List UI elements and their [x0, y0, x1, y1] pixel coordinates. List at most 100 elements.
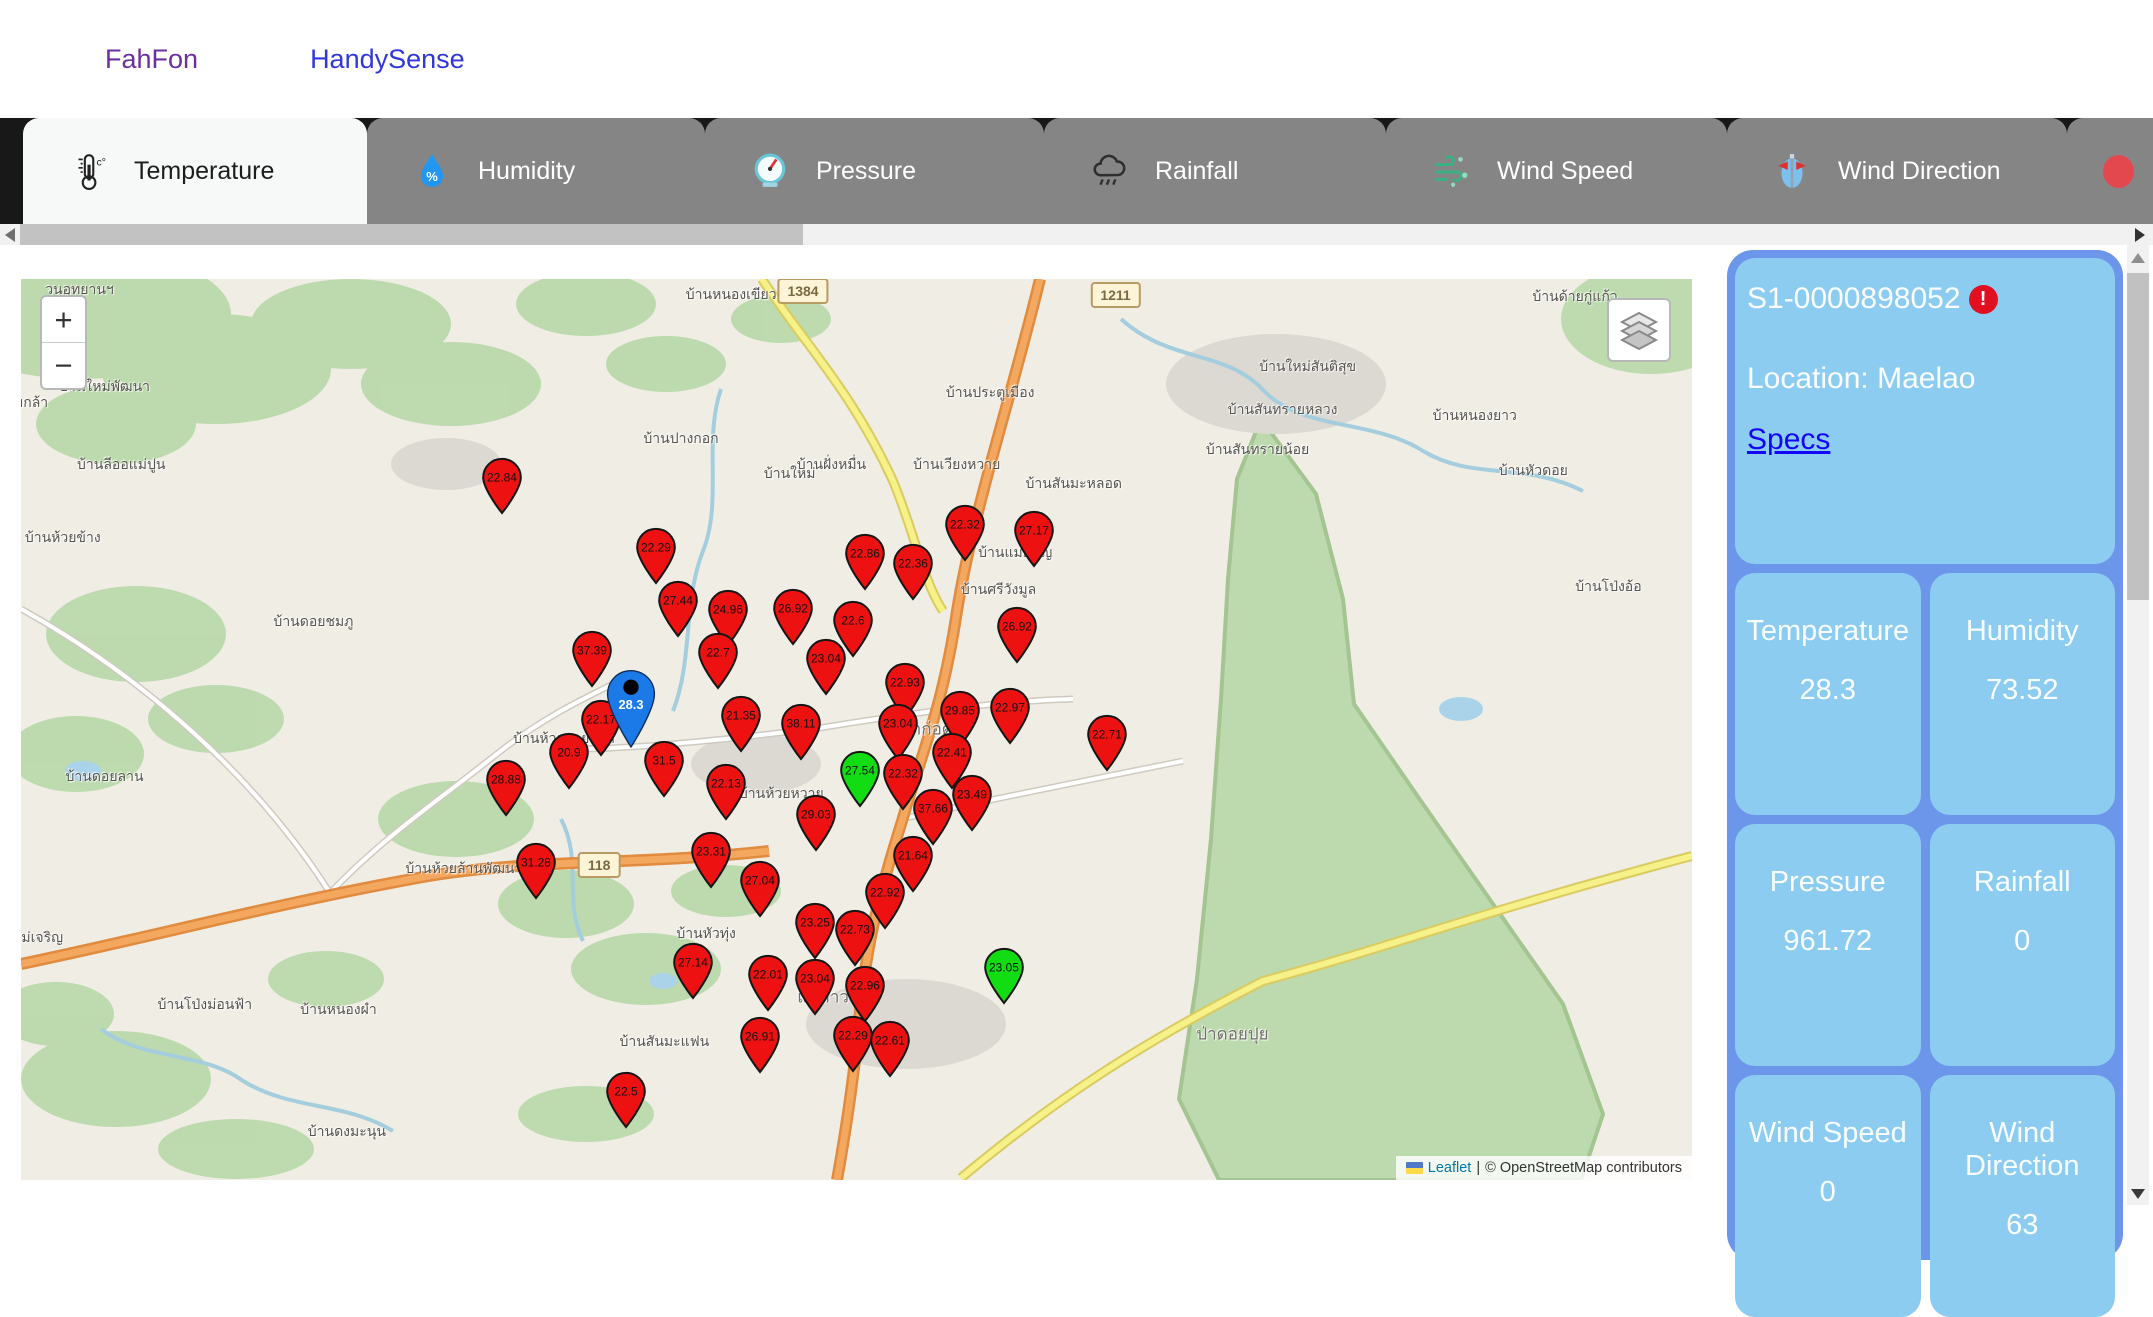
metric-card-rainfall[interactable]: Rainfall 0: [1930, 824, 2116, 1066]
tab-rainfall[interactable]: Rainfall: [1044, 118, 1386, 224]
tab-label: Wind Direction: [1838, 157, 2001, 186]
station-marker-alert[interactable]: 31.28: [514, 842, 558, 899]
attribution-separator: |: [1476, 1160, 1480, 1176]
tab-temperature[interactable]: c°Temperature: [23, 118, 367, 224]
svg-text:23.04: 23.04: [883, 717, 913, 731]
vertical-scrollbar[interactable]: [2127, 245, 2149, 1205]
svg-text:22.86: 22.86: [850, 546, 880, 560]
selected-station-marker[interactable]: 28.3: [605, 668, 657, 750]
station-marker-alert[interactable]: 20.9: [547, 732, 591, 789]
svg-text:27.04: 27.04: [745, 873, 775, 887]
metric-card-humidity[interactable]: Humidity 73.52: [1930, 573, 2116, 815]
road-number-badge: 1384: [777, 279, 828, 304]
station-marker-alert[interactable]: 38.11: [779, 704, 823, 761]
station-marker-alert[interactable]: 22.5: [604, 1071, 648, 1128]
svg-text:28.88: 28.88: [491, 772, 521, 786]
metric-card-wind-direction[interactable]: Wind Direction63: [1930, 1075, 2116, 1317]
tab-bar-filler: [2067, 118, 2153, 224]
svg-text:22.32: 22.32: [950, 517, 980, 531]
station-marker-alert[interactable]: 28.88: [484, 759, 528, 816]
station-marker-alert[interactable]: 22.96: [843, 966, 887, 1023]
station-marker-alert[interactable]: 22.73: [833, 910, 877, 967]
svg-text:23.04: 23.04: [811, 652, 841, 666]
zoom-out-button[interactable]: −: [42, 342, 85, 388]
svg-text:26.92: 26.92: [778, 601, 808, 615]
scroll-right-arrow-icon[interactable]: [2135, 228, 2145, 242]
station-marker-alert[interactable]: 22.01: [746, 955, 790, 1012]
status-indicator-dot[interactable]: [2103, 155, 2134, 188]
brand-fahfon-link[interactable]: FahFon: [105, 44, 198, 75]
station-marker-alert[interactable]: 21.35: [719, 695, 763, 752]
station-marker-alert[interactable]: 23.25: [793, 903, 837, 960]
svg-text:26.92: 26.92: [1002, 619, 1032, 633]
metric-label: Humidity: [1930, 615, 2116, 648]
layers-icon: [1618, 309, 1660, 351]
specs-link[interactable]: Specs: [1747, 423, 1830, 457]
station-marker-alert[interactable]: 23.04: [804, 639, 848, 696]
metric-card-temperature[interactable]: Temperature28.3: [1735, 573, 1921, 815]
station-marker-alert[interactable]: 26.92: [771, 588, 815, 645]
station-marker-alert[interactable]: 27.04: [738, 860, 782, 917]
station-marker-alert[interactable]: 22.29: [634, 528, 678, 585]
leaflet-map[interactable]: วนอุทยานฯบ้านหนองเขียวบ้านด้ายกู่แก้วบ้า…: [21, 279, 1692, 1180]
tab-pressure[interactable]: Pressure: [705, 118, 1044, 224]
station-marker-alert[interactable]: 22.86: [843, 533, 887, 590]
metric-value: 73.52: [1930, 674, 2116, 707]
svg-text:22.32: 22.32: [888, 766, 918, 780]
station-marker-alert[interactable]: 22.97: [988, 687, 1032, 744]
tab-wind-speed[interactable]: Wind Speed: [1386, 118, 1727, 224]
station-marker-alert[interactable]: 23.49: [950, 775, 994, 832]
station-marker-normal[interactable]: 23.05: [982, 948, 1026, 1005]
svg-text:21.35: 21.35: [726, 708, 756, 722]
station-marker-alert[interactable]: 27.17: [1012, 511, 1056, 568]
station-marker-alert[interactable]: 22.36: [891, 543, 935, 600]
svg-text:37.66: 37.66: [918, 801, 948, 815]
vertical-scrollbar-thumb[interactable]: [2127, 273, 2149, 600]
station-marker-alert[interactable]: 22.71: [1085, 714, 1129, 771]
horizontal-scrollbar[interactable]: [0, 224, 2153, 245]
map-layers-button[interactable]: [1607, 298, 1671, 362]
leaflet-link[interactable]: Leaflet: [1428, 1160, 1472, 1176]
scroll-up-arrow-icon[interactable]: [2131, 253, 2145, 263]
horizontal-scrollbar-thumb[interactable]: [20, 224, 803, 245]
metric-card-pressure[interactable]: Pressure961.72: [1735, 824, 1921, 1066]
metric-value: 0: [1930, 925, 2116, 958]
nav-handysense-link[interactable]: HandySense: [310, 44, 465, 75]
wind-icon: [1432, 152, 1470, 190]
zoom-in-button[interactable]: +: [42, 297, 85, 342]
station-marker-alert[interactable]: 23.31: [689, 832, 733, 889]
station-marker-alert[interactable]: 22.32: [943, 504, 987, 561]
metric-label: Temperature: [1735, 615, 1921, 648]
station-marker-alert[interactable]: 29.03: [794, 795, 838, 852]
station-marker-alert[interactable]: 22.84: [480, 458, 524, 515]
scroll-down-arrow-icon[interactable]: [2131, 1189, 2145, 1199]
svg-text:22.6: 22.6: [842, 614, 866, 628]
metric-label: Wind Speed: [1735, 1117, 1921, 1150]
metric-label: Rainfall: [1930, 866, 2116, 899]
station-marker-alert[interactable]: 27.14: [671, 942, 715, 999]
station-marker-normal[interactable]: 27.54: [838, 750, 882, 807]
tab-label: Rainfall: [1155, 157, 1238, 186]
top-header: FahFon HandySense: [0, 0, 2153, 118]
scroll-left-arrow-icon[interactable]: [5, 228, 15, 242]
station-panel: S1-0000898052 ! Location: Maelao Specs T…: [1727, 250, 2123, 1260]
map-attribution: Leaflet | © OpenStreetMap contributors: [1396, 1156, 1692, 1180]
station-marker-alert[interactable]: 27.44: [656, 580, 700, 637]
station-marker-alert[interactable]: 23.04: [876, 704, 920, 761]
tab-wind-direction[interactable]: Wind Direction: [1727, 118, 2067, 224]
station-marker-alert[interactable]: 26.91: [738, 1016, 782, 1073]
metric-card-wind-speed[interactable]: Wind Speed0: [1735, 1075, 1921, 1317]
svg-text:22.01: 22.01: [753, 968, 783, 982]
thermometer-icon: c°: [69, 152, 107, 190]
station-marker-alert[interactable]: 26.92: [995, 606, 1039, 663]
svg-text:27.14: 27.14: [678, 955, 708, 969]
svg-text:22.84: 22.84: [487, 471, 517, 485]
station-location: Location: Maelao: [1747, 362, 2103, 396]
tab-humidity[interactable]: %Humidity: [367, 118, 705, 224]
station-marker-alert[interactable]: 22.7: [696, 632, 740, 689]
svg-text:29.85: 29.85: [945, 703, 975, 717]
station-marker-alert[interactable]: 23.04: [793, 959, 837, 1016]
station-marker-alert[interactable]: 22.61: [868, 1021, 912, 1078]
station-marker-alert[interactable]: 22.13: [704, 763, 748, 820]
osm-attribution-text: © OpenStreetMap contributors: [1485, 1160, 1682, 1176]
